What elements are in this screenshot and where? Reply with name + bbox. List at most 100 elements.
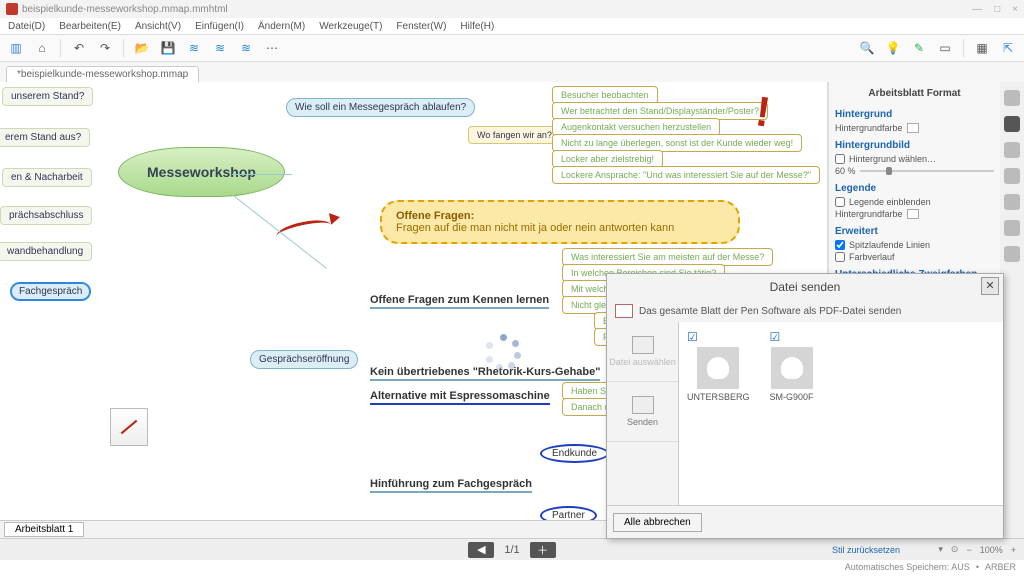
panel-sec-bgimg: Hintergrundbild [835, 140, 994, 151]
window-close[interactable]: × [1012, 4, 1018, 15]
ink-exclaim: ! [753, 87, 774, 136]
bgimg-check[interactable] [835, 154, 845, 164]
node-left-2[interactable]: en & Nacharbeit [2, 168, 92, 187]
pen-tool-icon[interactable] [110, 408, 148, 446]
menu-modify[interactable]: Ändern(M) [258, 21, 305, 32]
strip-marker-icon[interactable] [1004, 116, 1020, 132]
send-icon [632, 396, 654, 414]
dialog-close-button[interactable]: ✕ [981, 277, 999, 295]
menu-tools[interactable]: Werkzeuge(T) [319, 21, 382, 32]
dialog-send-button[interactable]: Senden [607, 382, 678, 442]
page-prev[interactable]: ◀ [468, 542, 494, 558]
device-1[interactable]: ☑ SM-G900F [770, 330, 814, 497]
toolbar: ▥ ⌂ ↶ ↷ 📂 💾 ≋ ≋ ≋ ⋯ 🔍 💡 ✎ ▭ ▦ ⇱ [0, 34, 1024, 62]
node-left-4[interactable]: wandbehandlung [0, 242, 92, 261]
avatar-icon [697, 347, 739, 389]
node-left-5[interactable]: Fachgespräch [10, 282, 91, 301]
more-icon[interactable]: ⋯ [262, 38, 282, 58]
bulb-icon[interactable]: 💡 [883, 38, 903, 58]
section-s4[interactable]: Hinführung zum Fachgespräch [370, 478, 532, 493]
window-min[interactable]: — [972, 4, 982, 15]
section-s1[interactable]: Offene Fragen zum Kennen lernen [370, 294, 549, 309]
open-icon[interactable]: 📂 [132, 38, 152, 58]
adv-taper-check[interactable] [835, 240, 845, 250]
subtopic-icon[interactable]: ≋ [210, 38, 230, 58]
panel-sec-adv: Erweitert [835, 226, 994, 237]
node-left-3[interactable]: prächsabschluss [0, 206, 92, 225]
cloud-title: Offene Fragen: [396, 210, 724, 222]
dialog-cancel-all[interactable]: Alle abbrechen [613, 513, 702, 532]
topic-icon[interactable]: ≋ [184, 38, 204, 58]
fit-icon[interactable]: ⊙ [951, 544, 959, 555]
pager-bar: ◀ 1/1 ＋ Stil zurücksetzen ▾ ⊙ − 100% + [0, 538, 1024, 560]
panel-sec-bg: Hintergrund [835, 109, 994, 120]
dialog-desc: Das gesamte Blatt der Pen Software als P… [639, 306, 901, 317]
layout-icon[interactable]: ▦ [972, 38, 992, 58]
redo-icon[interactable]: ↷ [95, 38, 115, 58]
panel-title: Arbeitsblatt Format [835, 86, 994, 103]
search-icon[interactable]: 🔍 [857, 38, 877, 58]
menu-insert[interactable]: Einfügen(I) [195, 21, 244, 32]
app-icon [6, 3, 18, 15]
node-root[interactable]: Messeworkshop [118, 147, 285, 197]
node-cloud[interactable]: Offene Fragen: Fragen auf die man nicht … [380, 200, 740, 244]
adv-taper: Spitzlaufende Linien [849, 240, 930, 250]
menu-file[interactable]: Datei(D) [8, 21, 45, 32]
strip-notes-icon[interactable] [1004, 194, 1020, 210]
tag-icon[interactable]: ▭ [935, 38, 955, 58]
menu-window[interactable]: Fenster(W) [396, 21, 446, 32]
legend-color-label: Hintergrundfarbe [835, 209, 903, 219]
reset-style-link[interactable]: Stil zurücksetzen [832, 545, 900, 555]
device-1-check[interactable]: ☑ [770, 330, 781, 344]
export-icon[interactable]: ⇱ [998, 38, 1018, 58]
node-top1[interactable]: Wie soll ein Messegespräch ablaufen? [286, 98, 475, 117]
new-icon[interactable]: ▥ [6, 38, 26, 58]
document-tab[interactable]: *beispielkunde-messeworkshop.mmap [6, 66, 199, 82]
sheet-tab[interactable]: Arbeitsblatt 1 [4, 522, 84, 537]
menu-edit[interactable]: Bearbeiten(E) [59, 21, 121, 32]
page-add[interactable]: ＋ [530, 542, 556, 558]
adv-grad: Farbverlauf [849, 252, 895, 262]
dialog-send-label: Senden [627, 417, 658, 427]
menu-view[interactable]: Ansicht(V) [135, 21, 181, 32]
legend-show-check[interactable] [835, 197, 845, 207]
strip-comment-icon[interactable] [1004, 220, 1020, 236]
home-icon[interactable]: ⌂ [32, 38, 52, 58]
node-left-1[interactable]: erem Stand aus? [0, 128, 90, 147]
node-midbranch[interactable]: Gesprächseröffnung [250, 350, 358, 369]
undo-icon[interactable]: ↶ [69, 38, 89, 58]
note-top-5[interactable]: Lockere Ansprache: "Und was interessiert… [552, 166, 820, 184]
callout-icon[interactable]: ≋ [236, 38, 256, 58]
pen-icon[interactable]: ✎ [909, 38, 929, 58]
filter-icon[interactable]: ▾ [938, 544, 943, 555]
strip-flag-icon[interactable] [1004, 168, 1020, 184]
loading-spinner [486, 334, 522, 370]
zoom-out-icon[interactable]: − [966, 545, 971, 555]
opacity-slider[interactable] [860, 170, 994, 172]
dialog-choose-file: Datei auswählen [607, 322, 678, 382]
device-0-check[interactable]: ☑ [687, 330, 698, 344]
legend-color-swatch[interactable] [907, 209, 919, 219]
menubar: Datei(D) Bearbeiten(E) Ansicht(V) Einfüg… [0, 18, 1024, 34]
bgimg-choose[interactable]: Hintergrund wählen… [849, 154, 936, 164]
save-icon[interactable]: 💾 [158, 38, 178, 58]
strip-task-icon[interactable] [1004, 142, 1020, 158]
bg-color-label: Hintergrundfarbe [835, 123, 903, 133]
bg-color-swatch[interactable] [907, 123, 919, 133]
panel-sec-legend: Legende [835, 183, 994, 194]
strip-format-icon[interactable] [1004, 90, 1020, 106]
window-title: beispielkunde-messeworkshop.mmap.mmhtml [22, 4, 228, 15]
adv-grad-check[interactable] [835, 252, 845, 262]
circle-endkunde[interactable]: Endkunde [540, 444, 609, 463]
status-autosave: Automatisches Speichern: AUS [845, 562, 970, 572]
strip-info-icon[interactable] [1004, 246, 1020, 262]
node-left-0[interactable]: unserem Stand? [2, 87, 93, 106]
dialog-choose-file-label: Datei auswählen [609, 357, 676, 367]
device-0[interactable]: ☑ UNTERSBERG [687, 330, 750, 497]
section-s3[interactable]: Alternative mit Espressomaschine [370, 390, 550, 405]
window-max[interactable]: □ [994, 4, 1000, 15]
opacity-value: 60 % [835, 166, 856, 176]
menu-help[interactable]: Hilfe(H) [460, 21, 494, 32]
zoom-in-icon[interactable]: + [1011, 545, 1016, 555]
node-top2[interactable]: Wo fangen wir an? [468, 126, 561, 144]
